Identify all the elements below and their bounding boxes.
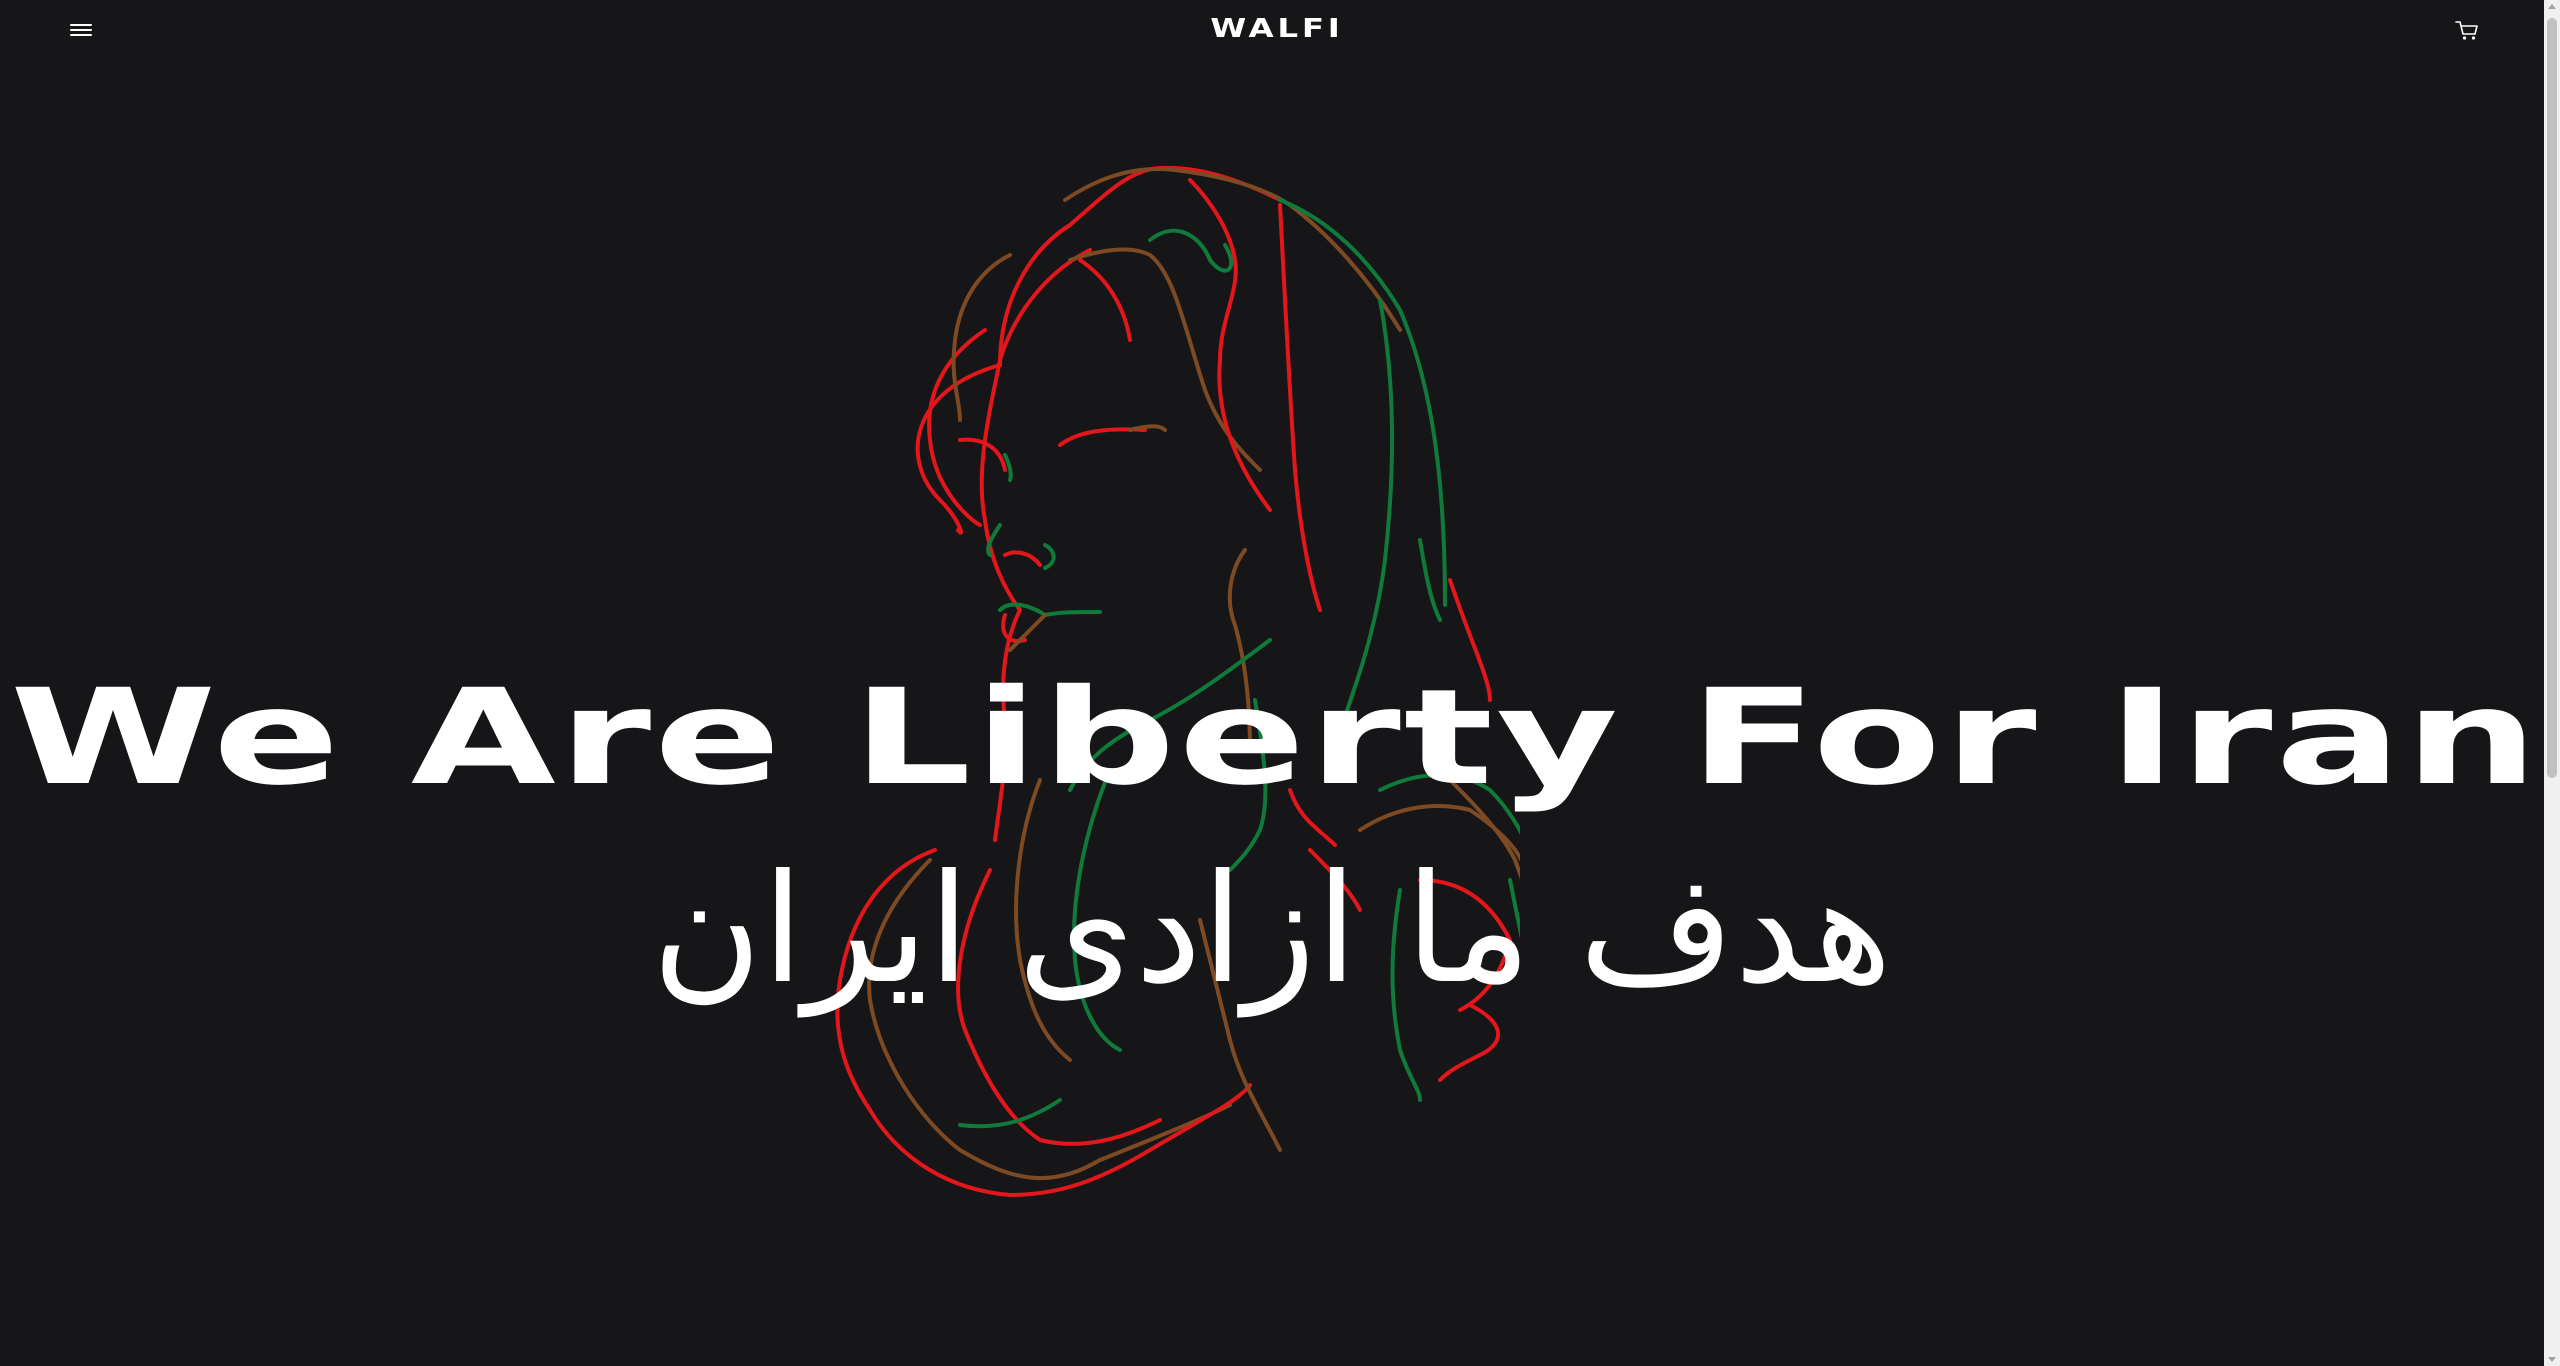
hamburger-menu-icon	[70, 24, 92, 26]
hero-title: We Are Liberty For Iran	[9, 661, 2541, 815]
site-header: WALFI	[0, 0, 2544, 60]
scroll-up-arrow-icon[interactable]	[2548, 4, 2556, 9]
brand-logo[interactable]: WALFI	[1190, 14, 1365, 44]
scroll-down-arrow-icon[interactable]	[2548, 1357, 2556, 1362]
hamburger-line	[70, 34, 92, 36]
scrollbar-thumb[interactable]	[2547, 18, 2557, 778]
menu-button[interactable]	[66, 18, 96, 44]
hamburger-line	[70, 29, 92, 31]
cart-button[interactable]	[2452, 16, 2482, 44]
shopping-cart-icon	[2455, 21, 2478, 40]
hero-subtitle: هدف ما ازادی ایران	[651, 843, 1893, 1017]
vertical-scrollbar[interactable]	[2544, 0, 2560, 1366]
